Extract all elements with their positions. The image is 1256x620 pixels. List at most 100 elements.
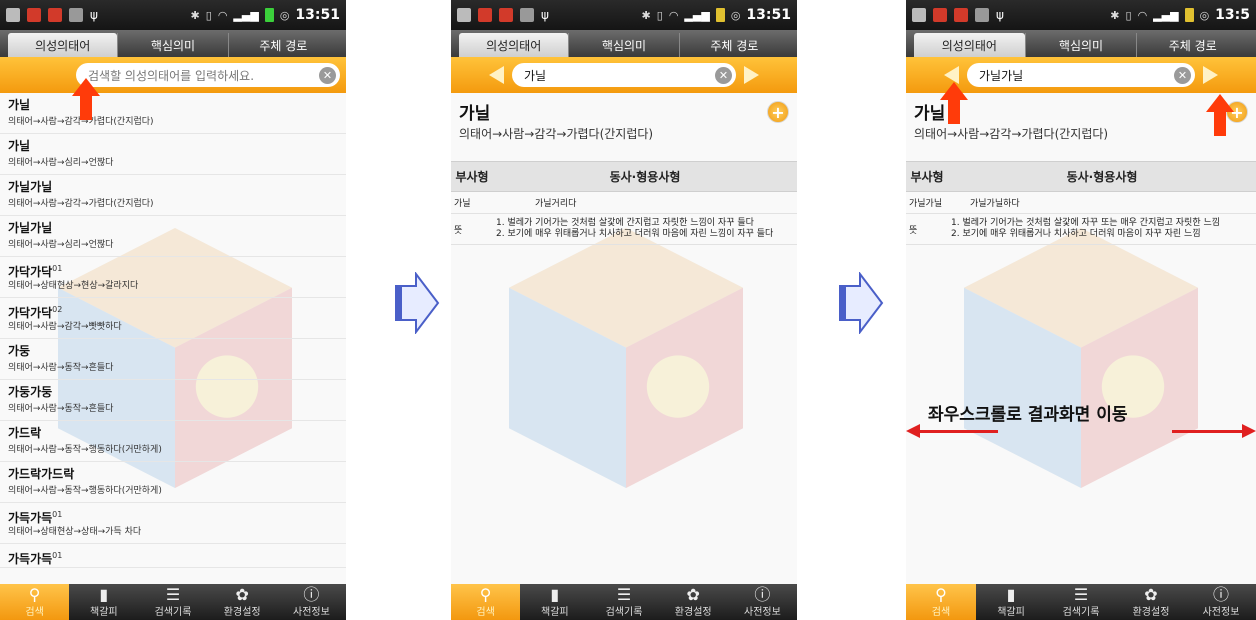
battery-icon [264,8,274,22]
nav-bookmark[interactable]: ▮ 책갈피 [69,584,138,620]
wifi-icon: ◠ [217,8,228,22]
tab-core-meaning[interactable]: 핵심의미 [568,33,678,57]
word-text: 가둥가둥 [8,385,53,399]
list-item-word: 가닥가닥02 [8,301,338,320]
nav-history[interactable]: ☰ 검색기록 [1046,584,1116,620]
homonym-number: 01 [52,264,63,273]
list-item[interactable]: 가닥가닥02 의태어→사람→감각→빳빳하다 [0,298,346,339]
word-text: 가닥가닥 [8,306,53,320]
nav-dict-info[interactable]: ⓘ 사전정보 [1186,584,1256,620]
signal-icon: ▂▄▆ [233,8,259,22]
vibrate-icon: ▯ [1125,8,1132,22]
list-item[interactable]: 가드락가드락 의태어→사람→동작→행동하다(거만하게) [0,462,346,503]
nav-bookmark[interactable]: ▮ 책갈피 [520,584,589,620]
list-item-category: 의태어→사람→심리→언짢다 [8,240,114,250]
prev-result-icon[interactable] [489,66,504,84]
app-notify-icon [954,8,968,22]
nav-settings[interactable]: ✿ 환경설정 [1116,584,1186,620]
list-item[interactable]: 가둥가둥의태어→사람→동작→흔들다 [0,380,346,421]
list-item[interactable]: 가득가득01 [0,544,346,568]
col-header-adverb: 부사형 [906,161,948,192]
search-input[interactable]: 검색할 의성의태어를 입력하세요. ✕ [76,63,340,87]
bluetooth-icon: ✱ [190,8,200,22]
search-input[interactable]: 가닐가닐 ✕ [967,63,1195,87]
list-item[interactable]: 가닐 의태어→사람→심리→언짢다 [0,134,346,175]
meaning-text: 1. 벌레가 기어가는 것처럼 살갗에 간지럽고 자릿한 느낌이 자꾸 들다 2… [493,213,797,245]
next-result-icon[interactable] [1203,66,1218,84]
mail-icon [457,8,471,22]
list-item-category: 의태어→사람→동작→흔들다 [8,404,114,414]
col-header-verb: 동사·형용사형 [493,161,797,192]
list-item-word: 가닐가닐 [8,219,338,237]
search-icon: ⚲ [479,584,492,604]
list-item[interactable]: 가득가득01 의태어→상태현상→상태→가득 차다 [0,503,346,544]
usb-icon: ψ [90,8,98,22]
bluetooth-icon: ✱ [1110,8,1120,22]
pointer-arrow-prev [940,82,968,124]
entry-category: 의태어→사람→감각→가렵다(간지럽다) [914,127,1109,141]
list-item[interactable]: 가드락 의태어→사람→동작→행동하다(거만하게) [0,421,346,462]
list-item[interactable]: 가둥 의태어→사람→동작→흔들다 [0,339,346,380]
next-result-icon[interactable] [744,66,759,84]
clock: 13:51 [746,7,791,23]
phone-screen-detail: ψ ✱ ▯ ◠ ▂▄▆ ◎ 13:51 의성의태어 핵심의미 주체 경로 가닐 … [451,0,797,620]
clear-icon[interactable]: ✕ [715,66,732,84]
nav-label: 환경설정 [1132,606,1170,618]
tab-subject-path[interactable]: 주체 경로 [678,33,789,57]
add-bookmark-button[interactable]: + [767,101,789,123]
search-value: 가닐 [524,68,547,83]
list-item-word: 가둥가둥 [8,383,338,401]
alarm-icon: ◎ [279,8,290,22]
word-text: 가득가득 [8,552,53,566]
tab-core-meaning[interactable]: 핵심의미 [117,33,227,57]
history-icon: ☰ [165,584,181,604]
usb-icon: ψ [996,8,1004,22]
meaning-label: 뜻 [906,213,948,245]
nav-bookmark[interactable]: ▮ 책갈피 [976,584,1046,620]
nav-settings[interactable]: ✿ 환경설정 [659,584,728,620]
nav-dict-info[interactable]: ⓘ 사전정보 [728,584,797,620]
word-text: 가닐가닐 [8,180,53,194]
nav-history[interactable]: ☰ 검색기록 [589,584,658,620]
tab-onomatopoeia[interactable]: 의성의태어 [914,33,1025,57]
nav-search[interactable]: ⚲ 검색 [906,584,976,620]
bookmark-icon: ▮ [550,584,560,604]
col-header-adverb: 부사형 [451,161,493,192]
clear-icon[interactable]: ✕ [319,66,336,84]
gear-icon: ✿ [235,584,249,604]
clear-icon[interactable]: ✕ [1174,66,1191,84]
homonym-number: 01 [52,551,63,560]
nav-search[interactable]: ⚲ 검색 [0,584,70,620]
list-item-word: 가닥가닥01 [8,260,338,279]
mail-icon [6,8,20,22]
logo-watermark [509,228,743,488]
pointer-arrow-next [1206,94,1234,136]
nav-history[interactable]: ☰ 검색기록 [138,584,207,620]
logo-watermark [964,228,1198,488]
nav-label: 사전정보 [293,606,330,618]
tab-subject-path[interactable]: 주체 경로 [1136,33,1248,57]
calendar-icon [69,8,83,22]
list-item[interactable]: 가닥가닥01 의태어→상태현상→현상→갈라지다 [0,257,346,298]
tab-onomatopoeia[interactable]: 의성의태어 [459,33,569,57]
nav-label: 검색기록 [1062,606,1100,618]
search-input[interactable]: 가닐 ✕ [512,63,736,87]
list-item[interactable]: 가닐가닐 의태어→사람→감각→가렵다(간지럽다) [0,175,346,216]
list-item[interactable]: 가닐 의태어→사람→감각→가렵다(간지럽다) [0,93,346,134]
list-item[interactable]: 가닐가닐의태어→사람→심리→언짢다 [0,216,346,257]
info-icon: ⓘ [1212,584,1229,604]
nav-search[interactable]: ⚲ 검색 [451,584,521,620]
list-item-category: 의태어→사람→감각→빳빳하다 [8,322,122,332]
nav-label: 환경설정 [674,606,712,618]
alarm-icon: ◎ [730,8,741,22]
list-item-word: 가닐 [8,96,338,114]
bottom-nav: ⚲ 검색 ▮ 책갈피 ☰ 검색기록 ✿ 환경설정 ⓘ 사전정보 [906,584,1256,620]
nav-settings[interactable]: ✿ 환경설정 [208,584,277,620]
nav-label: 검색기록 [605,606,643,618]
tab-subject-path[interactable]: 주체 경로 [227,33,338,57]
tab-core-meaning[interactable]: 핵심의미 [1024,33,1137,57]
tab-onomatopoeia[interactable]: 의성의태어 [8,33,118,57]
nav-dict-info[interactable]: ⓘ 사전정보 [277,584,346,620]
forms-table: 부사형 동사·형용사형 가닐가닐 가닐가닐하다 뜻 1. 벌레가 기어가는 것처… [906,161,1256,245]
alarm-icon: ◎ [1199,8,1210,22]
